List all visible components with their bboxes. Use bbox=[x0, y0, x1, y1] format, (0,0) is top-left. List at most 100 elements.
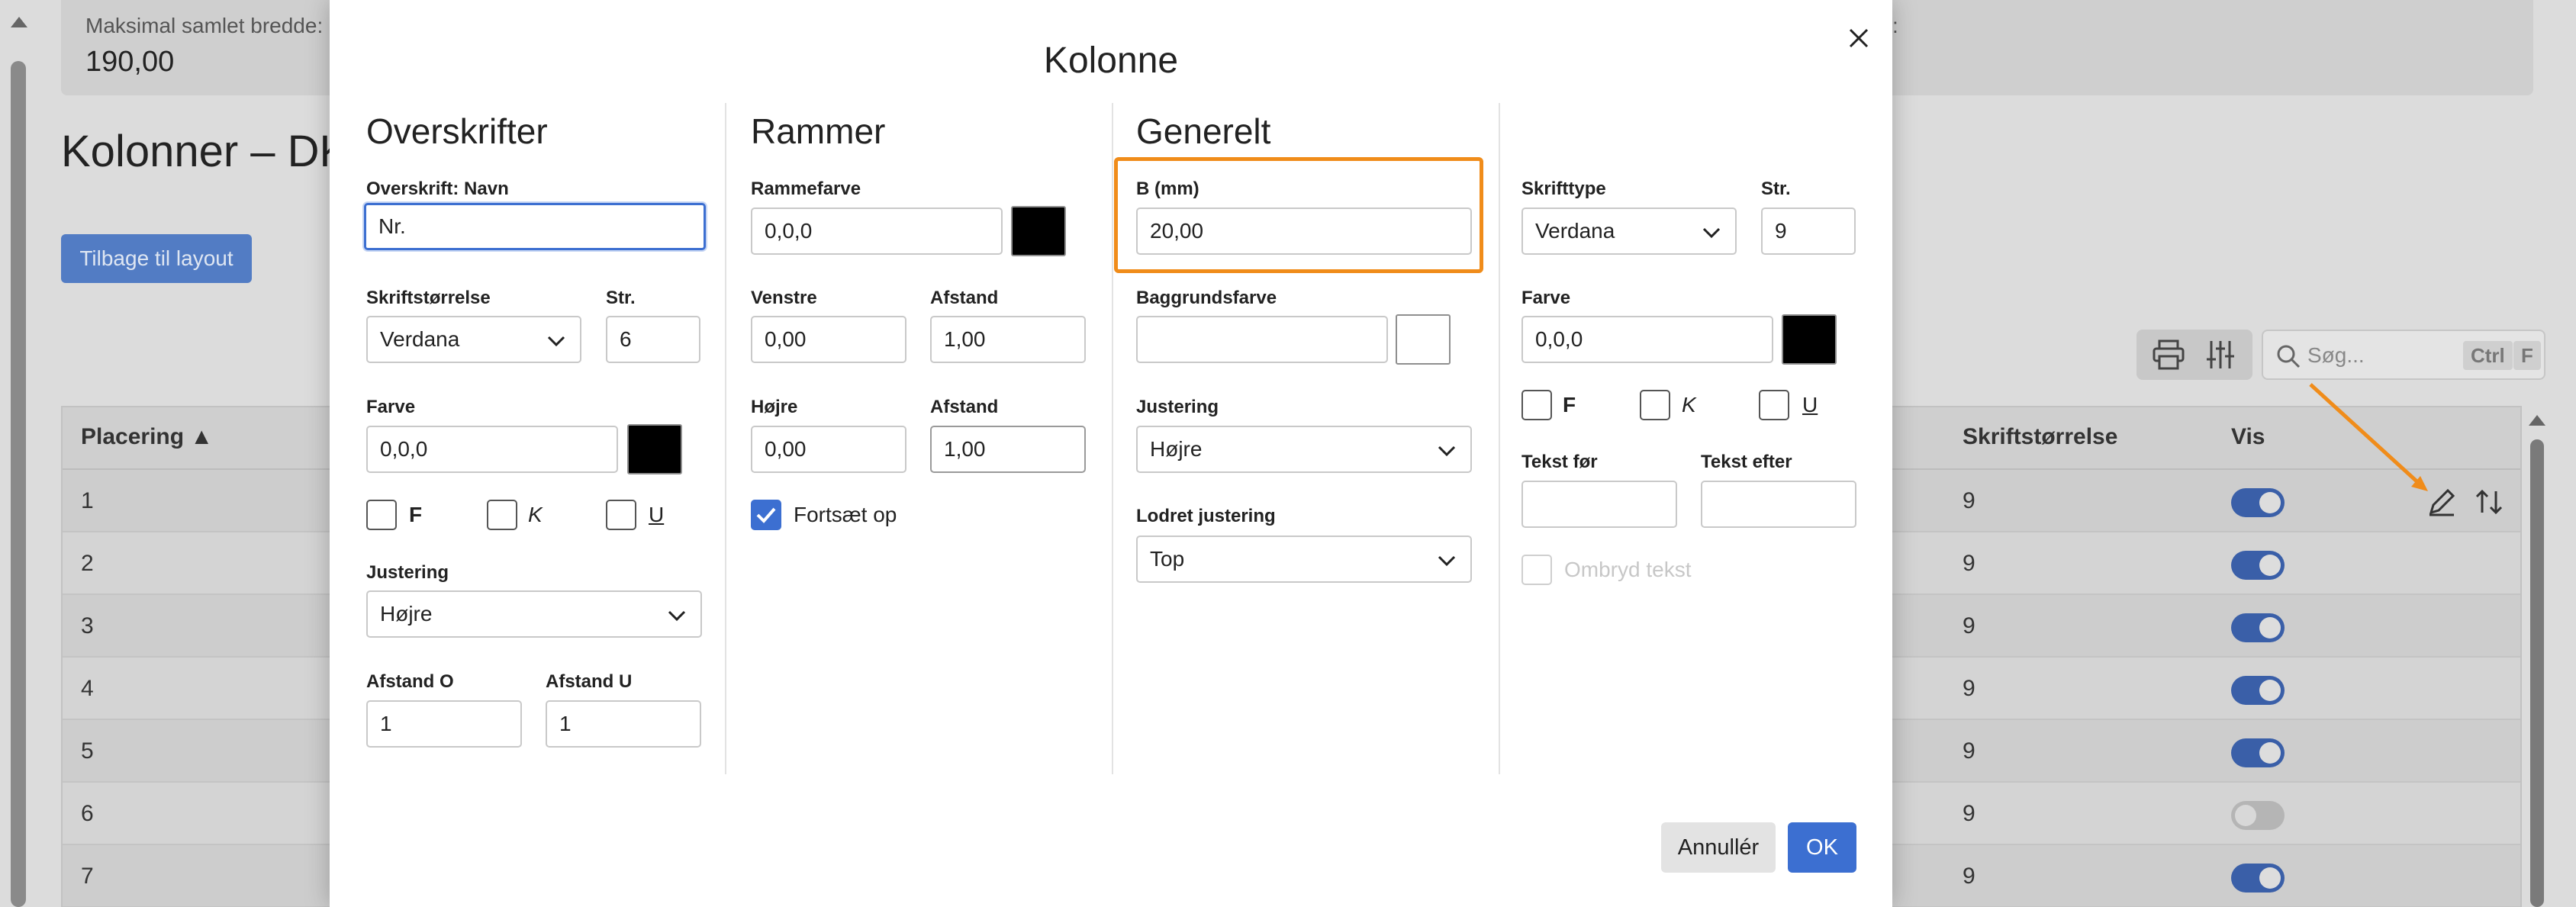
header-placering[interactable]: Placering ▲ bbox=[81, 424, 213, 450]
summary-trailing: : bbox=[1892, 14, 1898, 37]
heading-size-input[interactable]: 6 bbox=[606, 316, 700, 363]
text-after-label: Tekst efter bbox=[1701, 452, 1792, 472]
heading-name-input[interactable]: Nr. bbox=[364, 203, 706, 250]
heading-name-label: Overskrift: Navn bbox=[366, 179, 509, 199]
wrap-text-checkbox[interactable] bbox=[1521, 555, 1552, 585]
search-placeholder: Søg... bbox=[2307, 343, 2365, 367]
border-left-label: Venstre bbox=[751, 288, 817, 308]
afstand-u-input[interactable]: 1 bbox=[546, 700, 701, 748]
vis-toggle[interactable] bbox=[2231, 676, 2285, 705]
cell-placering: 7 bbox=[81, 864, 94, 889]
text-color-input[interactable]: 0,0,0 bbox=[1521, 316, 1773, 363]
vis-toggle[interactable] bbox=[2231, 864, 2285, 893]
vis-toggle[interactable] bbox=[2231, 738, 2285, 767]
border-color-swatch[interactable] bbox=[1011, 206, 1066, 256]
valign-label: Lodret justering bbox=[1136, 506, 1276, 526]
dialog-title: Kolonne bbox=[1043, 40, 1179, 81]
scroll-thumb[interactable] bbox=[2530, 439, 2544, 907]
vis-toggle[interactable] bbox=[2231, 613, 2285, 642]
heading-italic-label: K bbox=[528, 503, 543, 526]
cell-skriftstorrelse: 9 bbox=[1963, 801, 1975, 826]
cell-placering: 6 bbox=[81, 801, 94, 826]
text-italic-checkbox[interactable] bbox=[1640, 390, 1670, 420]
bg-color-label: Baggrundsfarve bbox=[1136, 288, 1277, 308]
overskrifter-heading: Overskrifter bbox=[366, 111, 548, 151]
wrap-text-label: Ombryd tekst bbox=[1564, 558, 1692, 581]
text-underline-label: U bbox=[1802, 393, 1818, 417]
text-color-label: Farve bbox=[1521, 288, 1571, 308]
ok-button[interactable]: OK bbox=[1788, 822, 1856, 873]
afstand-o-input[interactable]: 1 bbox=[366, 700, 522, 748]
cell-placering: 4 bbox=[81, 676, 94, 701]
continue-up-checkbox[interactable] bbox=[751, 500, 781, 530]
border-left-input[interactable]: 0,00 bbox=[751, 316, 906, 363]
heading-color-swatch[interactable] bbox=[627, 424, 682, 474]
text-bold-checkbox[interactable] bbox=[1521, 390, 1552, 420]
edit-icon[interactable] bbox=[2426, 487, 2457, 517]
column-settings-button[interactable] bbox=[2188, 330, 2252, 380]
cancel-button[interactable]: Annullér bbox=[1661, 822, 1776, 873]
vis-toggle[interactable] bbox=[2231, 801, 2285, 830]
text-italic-label: K bbox=[1682, 393, 1696, 417]
border-right-label: Højre bbox=[751, 397, 798, 417]
border-left-spacing-input[interactable]: 1,00 bbox=[930, 316, 1086, 363]
text-after-input[interactable] bbox=[1701, 481, 1856, 528]
border-color-input[interactable]: 0,0,0 bbox=[751, 207, 1003, 255]
valign-select[interactable]: Top bbox=[1136, 536, 1472, 583]
max-width-label: Maksimal samlet bredde: bbox=[85, 14, 324, 37]
border-right-input[interactable]: 0,00 bbox=[751, 426, 906, 473]
heading-color-label: Farve bbox=[366, 397, 416, 417]
reorder-icon[interactable] bbox=[2474, 488, 2504, 516]
bg-color-input[interactable] bbox=[1136, 316, 1388, 363]
heading-align-label: Justering bbox=[366, 562, 449, 583]
border-right-spacing-label: Afstand bbox=[930, 397, 999, 417]
continue-up-label: Fortsæt op bbox=[794, 503, 897, 526]
width-input[interactable]: 20,00 bbox=[1136, 207, 1472, 255]
annotation-arrow bbox=[2309, 383, 2428, 491]
header-vis[interactable]: Vis bbox=[2231, 424, 2265, 450]
heading-size-label: Str. bbox=[606, 288, 636, 308]
heading-font-value: Verdana bbox=[380, 327, 460, 351]
heading-align-value: Højre bbox=[380, 602, 433, 626]
header-skriftstorrelse[interactable]: Skriftstørrelse bbox=[1963, 424, 2117, 450]
search-icon bbox=[2277, 345, 2301, 368]
heading-italic-checkbox[interactable] bbox=[487, 500, 517, 530]
vis-toggle[interactable] bbox=[2231, 488, 2285, 517]
back-to-layout-button[interactable]: Tilbage til layout bbox=[61, 234, 252, 283]
chevron-down-icon bbox=[547, 336, 565, 347]
vis-toggle[interactable] bbox=[2231, 551, 2285, 580]
checkmark-icon bbox=[756, 507, 776, 523]
scroll-up-icon[interactable] bbox=[11, 17, 27, 27]
bg-color-swatch[interactable] bbox=[1396, 314, 1451, 365]
chevron-down-icon bbox=[1438, 555, 1456, 567]
text-before-label: Tekst før bbox=[1521, 452, 1598, 472]
cell-placering: 3 bbox=[81, 613, 94, 638]
scroll-thumb[interactable] bbox=[11, 61, 26, 907]
width-label: B (mm) bbox=[1136, 179, 1199, 199]
printer-icon bbox=[2153, 339, 2185, 370]
search-box[interactable]: Søg... Ctrl F bbox=[2262, 330, 2545, 380]
close-button[interactable] bbox=[1842, 21, 1876, 55]
text-size-input[interactable]: 9 bbox=[1761, 207, 1856, 255]
align-select[interactable]: Højre bbox=[1136, 426, 1472, 473]
border-right-spacing-input[interactable]: 1,00 bbox=[930, 426, 1086, 473]
kbd-f: F bbox=[2513, 341, 2541, 370]
text-underline-checkbox[interactable] bbox=[1759, 390, 1789, 420]
text-before-input[interactable] bbox=[1521, 481, 1677, 528]
chevron-down-icon bbox=[1438, 445, 1456, 457]
text-font-select[interactable]: Verdana bbox=[1521, 207, 1737, 255]
cell-skriftstorrelse: 9 bbox=[1963, 488, 1975, 513]
heading-color-input[interactable]: 0,0,0 bbox=[366, 426, 618, 473]
generelt-heading: Generelt bbox=[1136, 111, 1271, 151]
page-scrollbar[interactable] bbox=[8, 0, 29, 907]
afstand-u-label: Afstand U bbox=[546, 671, 633, 692]
heading-underline-checkbox[interactable] bbox=[606, 500, 636, 530]
chevron-down-icon bbox=[1702, 227, 1721, 239]
heading-bold-checkbox[interactable] bbox=[366, 500, 397, 530]
heading-font-select[interactable]: Verdana bbox=[366, 316, 581, 363]
heading-align-select[interactable]: Højre bbox=[366, 590, 702, 638]
text-color-swatch[interactable] bbox=[1782, 314, 1837, 365]
table-scrollbar[interactable] bbox=[2526, 406, 2549, 907]
afstand-o-label: Afstand O bbox=[366, 671, 454, 692]
scroll-up-icon[interactable] bbox=[2529, 415, 2545, 426]
